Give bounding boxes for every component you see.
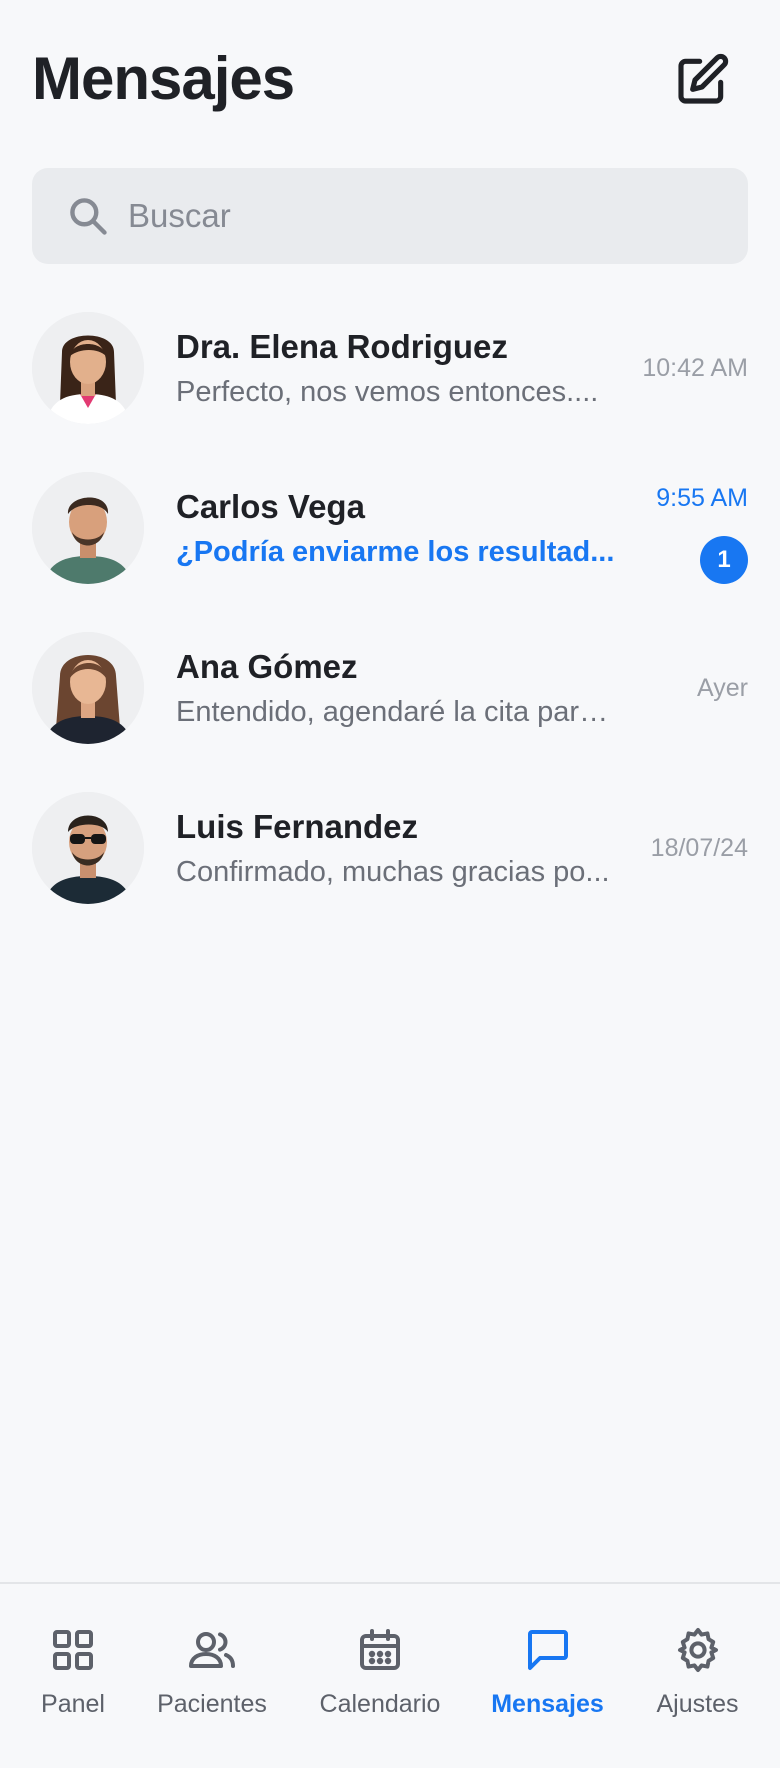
compose-button[interactable] bbox=[672, 50, 732, 110]
nav-item-panel[interactable]: Panel bbox=[23, 1584, 123, 1768]
bottom-navigation: Panel Pacientes Calendario Mensajes Ajus… bbox=[0, 1582, 780, 1768]
users-icon bbox=[189, 1632, 235, 1668]
edit-square-icon bbox=[678, 53, 729, 104]
chat-icon bbox=[527, 1630, 568, 1670]
contact-name: Ana Gómez bbox=[176, 648, 358, 685]
contact-name: Dra. Elena Rodriguez bbox=[176, 328, 508, 365]
message-preview: ¿Podría enviarme los resultad... bbox=[176, 536, 615, 568]
nav-label: Panel bbox=[41, 1690, 105, 1718]
message-preview: Perfecto, nos vemos entonces.... bbox=[176, 376, 599, 408]
avatar bbox=[32, 792, 144, 904]
conversation-item[interactable]: Dra. Elena Rodriguez Perfecto, nos vemos… bbox=[0, 300, 780, 460]
conversation-list: Dra. Elena Rodriguez Perfecto, nos vemos… bbox=[0, 300, 780, 940]
message-time: 9:55 AM bbox=[656, 484, 748, 512]
calendar-icon bbox=[360, 1629, 400, 1670]
message-time: Ayer bbox=[697, 674, 748, 702]
page-title: Mensajes bbox=[32, 45, 295, 112]
nav-item-calendario[interactable]: Calendario bbox=[310, 1584, 450, 1768]
search-icon bbox=[70, 198, 107, 235]
search-bar[interactable] bbox=[32, 168, 748, 264]
nav-label: Mensajes bbox=[491, 1690, 604, 1718]
message-preview: Confirmado, muchas gracias po... bbox=[176, 856, 610, 888]
avatar bbox=[32, 632, 144, 744]
nav-label: Calendario bbox=[319, 1690, 441, 1718]
search-input[interactable] bbox=[128, 168, 718, 264]
conversation-item[interactable]: Ana Gómez Entendido, agendaré la cita pa… bbox=[0, 620, 780, 780]
messages-screen: Mensajes Buscar Dra. Elena Rodriguez Per… bbox=[0, 0, 780, 1768]
message-preview: Entendido, agendaré la cita para el... bbox=[176, 696, 616, 728]
nav-item-ajustes[interactable]: Ajustes bbox=[645, 1584, 750, 1768]
contact-name: Luis Fernandez bbox=[176, 808, 419, 845]
conversation-item[interactable]: Luis Fernandez Confirmado, muchas gracia… bbox=[0, 780, 780, 940]
nav-label: Ajustes bbox=[656, 1690, 739, 1718]
header: Mensajes bbox=[0, 0, 780, 160]
avatar bbox=[32, 312, 144, 424]
conversation-item[interactable]: Carlos Vega ¿Podría enviarme los resulta… bbox=[0, 460, 780, 620]
message-time: 10:42 AM bbox=[642, 354, 748, 382]
message-time: 18/07/24 bbox=[650, 834, 748, 862]
gear-icon bbox=[677, 1628, 718, 1672]
nav-label: Pacientes bbox=[157, 1690, 267, 1718]
unread-badge: 1 bbox=[700, 536, 748, 584]
nav-item-pacientes[interactable]: Pacientes bbox=[147, 1584, 277, 1768]
avatar bbox=[32, 472, 144, 584]
contact-name: Carlos Vega bbox=[176, 488, 365, 525]
nav-item-mensajes[interactable]: Mensajes bbox=[485, 1584, 610, 1768]
grid-icon bbox=[53, 1630, 93, 1670]
